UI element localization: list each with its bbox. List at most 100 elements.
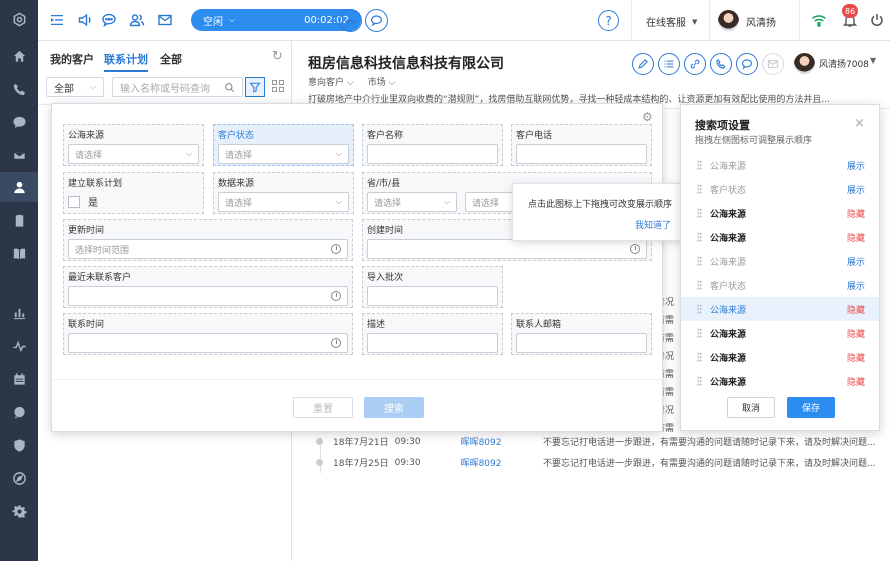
drag-handle-icon[interactable] [697, 207, 702, 219]
refresh-icon[interactable]: ↻ [272, 49, 283, 64]
contacts-icon[interactable] [128, 11, 146, 29]
chat-icon[interactable] [0, 107, 38, 137]
speaker-icon[interactable] [76, 11, 94, 29]
settings-item[interactable]: 公海来源 隐藏 [681, 297, 879, 321]
message-icon[interactable] [0, 397, 38, 427]
filter-field-contact-email[interactable]: 联系人邮箱 [511, 313, 652, 355]
settings-item[interactable]: 公海来源 展示 [681, 153, 879, 177]
drag-handle-icon[interactable] [697, 159, 702, 171]
settings-item[interactable]: 公海来源 隐藏 [681, 201, 879, 225]
tooltip-ack-link[interactable]: 我知道了 [635, 218, 671, 231]
drag-handle-icon[interactable] [697, 303, 702, 315]
email-button[interactable] [762, 53, 784, 75]
collapse-menu-icon[interactable] [48, 11, 66, 29]
sms-button[interactable] [736, 53, 758, 75]
avatar[interactable] [718, 10, 739, 31]
power-icon[interactable] [868, 11, 886, 29]
filter-field-customer-name[interactable]: 客户名称 [362, 124, 503, 166]
list-button[interactable] [658, 53, 680, 75]
filter-field-customer-phone[interactable]: 客户电话 [511, 124, 652, 166]
customer-status-select[interactable]: 请选择 ⌵ [218, 144, 349, 164]
reset-button[interactable]: 重置 [293, 397, 353, 418]
caret-down-icon[interactable]: ▼ [870, 56, 876, 65]
create-time-range[interactable] [367, 239, 647, 259]
filter-field-import-batch[interactable]: 导入批次 [362, 266, 503, 308]
timeline-user-link[interactable]: 晖晖8092 [461, 456, 502, 469]
mail-icon[interactable] [156, 11, 174, 29]
settings-item-toggle[interactable]: 展示 [847, 279, 865, 292]
phone-icon[interactable] [0, 74, 38, 104]
user-name[interactable]: 风清扬 [746, 14, 776, 29]
customer-phone-input[interactable] [516, 144, 647, 164]
settings-icon[interactable] [0, 496, 38, 526]
settings-item-toggle[interactable]: 展示 [847, 183, 865, 196]
settings-item-toggle[interactable]: 展示 [847, 159, 865, 172]
filter-field-pool-source[interactable]: 公海来源 请选择 ⌵ [63, 124, 204, 166]
compass-icon[interactable] [0, 463, 38, 493]
filter-field-create-plan[interactable]: 建立联系计划 是 [63, 172, 204, 214]
drag-handle-icon[interactable] [697, 351, 702, 363]
drag-handle-icon[interactable] [697, 279, 702, 291]
settings-icon[interactable]: ⚙ [642, 110, 653, 124]
mail-icon[interactable] [0, 140, 38, 170]
last-contact-range[interactable] [68, 286, 348, 306]
update-time-range[interactable]: 选择时间范围 [68, 239, 348, 259]
cancel-button[interactable]: 取消 [727, 397, 775, 418]
settings-item-toggle[interactable]: 隐藏 [847, 327, 865, 340]
data-source-select[interactable]: 请选择 ⌵ [218, 192, 349, 212]
create-plan-checkbox[interactable] [68, 195, 80, 208]
settings-item[interactable]: 公海来源 隐藏 [681, 345, 879, 369]
filter-field-data-source[interactable]: 数据来源 请选择 ⌵ [213, 172, 354, 214]
drag-handle-icon[interactable] [697, 231, 702, 243]
settings-item-toggle[interactable]: 展示 [847, 255, 865, 268]
settings-item-toggle[interactable]: 隐藏 [847, 207, 865, 220]
transfer-button[interactable] [684, 53, 706, 75]
search-input[interactable]: 输入名称或号码查询 [112, 77, 243, 97]
calendar-icon[interactable] [0, 364, 38, 394]
settings-item-toggle[interactable]: 隐藏 [847, 375, 865, 388]
filter-button[interactable] [245, 77, 265, 97]
description-input[interactable] [367, 333, 498, 353]
customer-icon[interactable] [0, 172, 38, 202]
settings-item[interactable]: 客户状态 展示 [681, 177, 879, 201]
close-icon[interactable]: × [854, 116, 865, 131]
channel-select[interactable]: 市场 ⌵ [368, 75, 396, 88]
bar-chart-icon[interactable] [0, 297, 38, 327]
save-button[interactable]: 保存 [787, 397, 835, 418]
help-icon[interactable]: ? [598, 10, 619, 31]
tab-all[interactable]: 全部 [160, 51, 182, 67]
shield-icon[interactable] [0, 430, 38, 460]
chat-bubble-icon[interactable] [100, 11, 118, 29]
book-icon[interactable] [0, 238, 38, 268]
search-icon[interactable] [224, 82, 235, 93]
pulse-icon[interactable] [0, 331, 38, 361]
import-batch-input[interactable] [367, 286, 498, 306]
tab-contact-plan[interactable]: 联系计划 [104, 51, 148, 72]
settings-item-toggle[interactable]: 隐藏 [847, 351, 865, 364]
agent-status-select[interactable]: 空闲 ⌵ 00:02:02 [191, 9, 361, 31]
service-status-select[interactable]: 在线客服 ▼ [646, 14, 697, 30]
settings-item[interactable]: 公海来源 展示 [681, 249, 879, 273]
grid-view-icon[interactable] [272, 80, 284, 92]
scope-select[interactable]: 全部 ⌵ [46, 77, 104, 97]
edit-button[interactable] [632, 53, 654, 75]
drag-handle-icon[interactable] [697, 375, 702, 387]
settings-item[interactable]: 公海来源 隐藏 [681, 321, 879, 345]
settings-item[interactable]: 公海来源 隐藏 [681, 225, 879, 249]
timeline-user-link[interactable]: 晖晖8092 [461, 435, 502, 448]
contact-email-input[interactable] [516, 333, 647, 353]
home-icon[interactable] [0, 41, 38, 71]
settings-item[interactable]: 客户状态 展示 [681, 273, 879, 297]
contact-time-range[interactable] [68, 333, 348, 353]
filter-field-customer-status[interactable]: 客户状态 请选择 ⌵ [213, 124, 354, 166]
filter-field-last-contact[interactable]: 最近未联系客户 [63, 266, 353, 308]
hangup-button[interactable] [339, 9, 362, 32]
call-button[interactable] [710, 53, 732, 75]
drag-handle-icon[interactable] [697, 255, 702, 267]
filter-field-contact-time[interactable]: 联系时间 [63, 313, 353, 355]
settings-item-toggle[interactable]: 隐藏 [847, 303, 865, 316]
tab-my-customers[interactable]: 我的客户 [50, 51, 94, 67]
filter-field-description[interactable]: 描述 [362, 313, 503, 355]
filter-field-update-time[interactable]: 更新时间 选择时间范围 [63, 219, 353, 261]
settings-item-toggle[interactable]: 隐藏 [847, 231, 865, 244]
